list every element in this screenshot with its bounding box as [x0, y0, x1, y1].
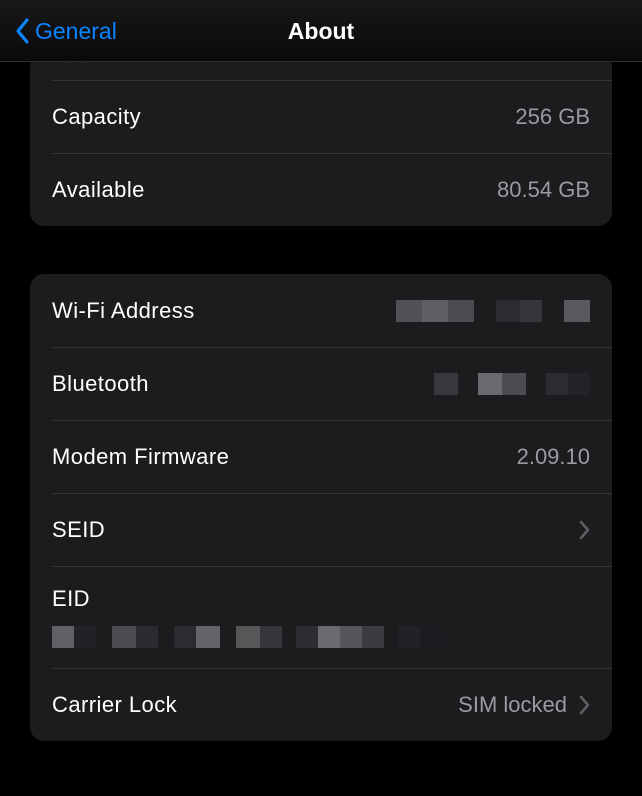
redacted-block	[396, 300, 590, 322]
row-modem-firmware[interactable]: Modem Firmware 2.09.10	[30, 420, 612, 493]
applications-label: Applications	[52, 62, 176, 64]
chevron-left-icon	[14, 17, 31, 45]
row-applications[interactable]: Applications	[30, 62, 612, 80]
row-eid[interactable]: EID	[30, 566, 612, 668]
network-info-group: Wi-Fi Address Bluetooth	[30, 274, 612, 741]
content: Applications Capacity 256 GB Available 8…	[0, 62, 642, 796]
modem-value: 2.09.10	[517, 444, 590, 470]
bluetooth-value	[434, 373, 590, 395]
eid-label: EID	[52, 586, 90, 612]
row-wifi-address[interactable]: Wi-Fi Address	[30, 274, 612, 347]
chevron-right-icon	[579, 520, 590, 540]
capacity-value: 256 GB	[515, 104, 590, 130]
available-value: 80.54 GB	[497, 177, 590, 203]
available-label: Available	[52, 177, 145, 203]
redacted-block	[52, 626, 590, 648]
redacted-block	[434, 373, 590, 395]
row-bluetooth[interactable]: Bluetooth	[30, 347, 612, 420]
carrier-value: SIM locked	[458, 692, 567, 718]
row-seid[interactable]: SEID	[30, 493, 612, 566]
row-carrier-lock[interactable]: Carrier Lock SIM locked	[30, 668, 612, 741]
page-title: About	[288, 18, 354, 45]
navbar: General About	[0, 0, 642, 62]
wifi-label: Wi-Fi Address	[52, 298, 195, 324]
device-info-group: Applications Capacity 256 GB Available 8…	[30, 62, 612, 226]
chevron-right-icon	[579, 695, 590, 715]
eid-value	[52, 626, 590, 648]
modem-label: Modem Firmware	[52, 444, 229, 470]
wifi-value	[396, 300, 590, 322]
row-capacity[interactable]: Capacity 256 GB	[30, 80, 612, 153]
back-label: General	[35, 18, 117, 45]
seid-label: SEID	[52, 517, 105, 543]
back-button[interactable]: General	[14, 0, 117, 62]
row-available[interactable]: Available 80.54 GB	[30, 153, 612, 226]
carrier-label: Carrier Lock	[52, 692, 177, 718]
capacity-label: Capacity	[52, 104, 141, 130]
bluetooth-label: Bluetooth	[52, 371, 149, 397]
